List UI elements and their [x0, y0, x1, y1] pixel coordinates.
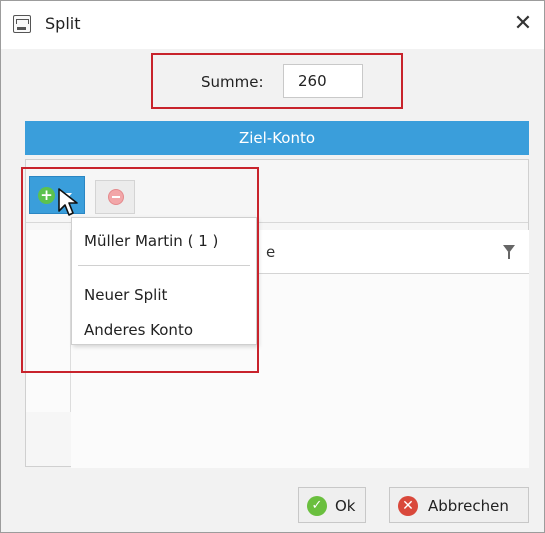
cancel-button[interactable]: ✕ Abbrechen — [389, 487, 529, 523]
split-dialog: Split ✕ Summe: 260 Ziel-Konto e + Müller… — [0, 0, 545, 533]
filter-icon[interactable] — [503, 245, 515, 259]
close-icon[interactable]: ✕ — [508, 9, 538, 39]
ok-button[interactable]: ✓ Ok — [298, 487, 366, 523]
check-circle-icon: ✓ — [307, 496, 327, 516]
mouse-cursor-icon — [58, 188, 78, 216]
ziel-konto-header: Ziel-Konto — [25, 121, 529, 155]
window-title: Split — [45, 14, 81, 33]
ok-label: Ok — [335, 497, 356, 515]
cancel-label: Abbrechen — [428, 497, 509, 515]
summe-input[interactable]: 260 — [283, 64, 363, 98]
cancel-circle-icon: ✕ — [398, 496, 418, 516]
window-app-icon — [13, 15, 31, 33]
column-header-label: e — [266, 243, 276, 261]
summe-highlight-frame: Summe: 260 — [151, 53, 403, 109]
title-bar: Split ✕ — [1, 1, 544, 49]
summe-label: Summe: — [201, 73, 264, 91]
